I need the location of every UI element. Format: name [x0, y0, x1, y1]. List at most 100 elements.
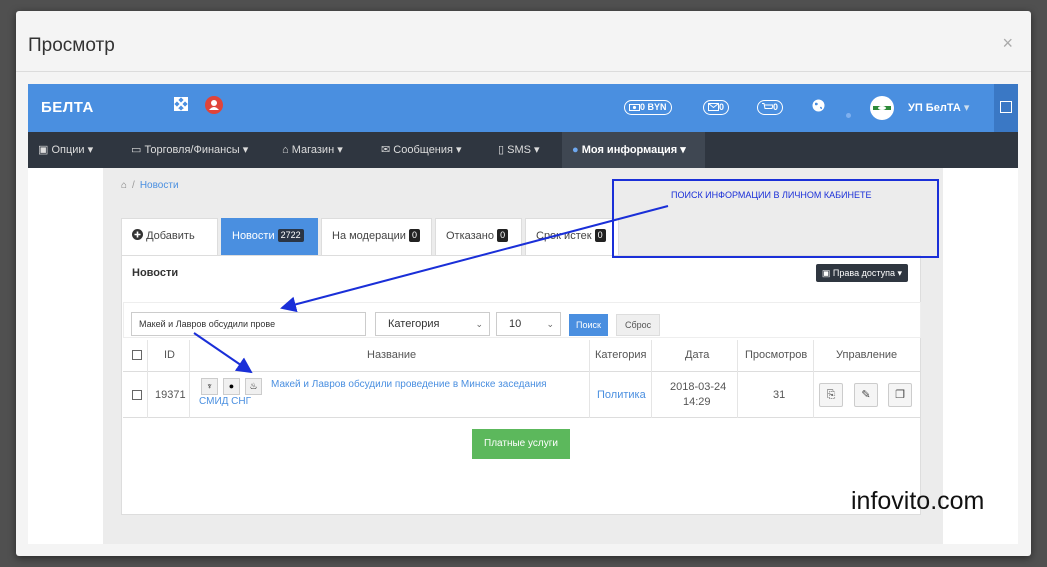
- main-nav: ▣ Опции ▾ ▭ Торговля/Финансы ▾ ⌂ Магазин…: [28, 132, 1018, 168]
- cart-badge[interactable]: 0: [757, 100, 784, 115]
- breadcrumb: ⌂ / Новости: [121, 180, 179, 191]
- table-header: ID Название Категория Дата Просмотров Уп…: [123, 340, 921, 372]
- search-button[interactable]: Поиск: [569, 314, 608, 336]
- nav-label: SMS: [507, 144, 531, 156]
- rejected-count-badge: 0: [497, 229, 509, 242]
- chevron-down-icon: ⌄: [546, 319, 554, 329]
- header-category[interactable]: Категория: [595, 349, 646, 361]
- chevron-down-icon: ▾: [242, 144, 249, 156]
- nav-shop[interactable]: ⌂ Магазин ▾: [272, 132, 353, 168]
- chevron-down-icon: ▾: [897, 268, 902, 278]
- nav-options[interactable]: ▣ Опции ▾: [28, 132, 103, 168]
- user-name: УП БелТА: [908, 102, 961, 114]
- header-views[interactable]: Просмотров: [745, 349, 807, 361]
- messages-badge[interactable]: 0: [703, 100, 730, 115]
- home-icon[interactable]: ⌂: [121, 180, 127, 191]
- messages-count: 0: [719, 102, 725, 112]
- category-select-value: Категория: [388, 318, 440, 330]
- top-bar: БЕЛТА 0 BYN 0 0 УП БелТА ▾: [28, 84, 1018, 132]
- nav-label: Моя информация: [581, 144, 678, 156]
- category-select[interactable]: Категория ⌄: [375, 312, 490, 336]
- col-divider: [737, 340, 738, 418]
- nav-sms[interactable]: ▯ SMS ▾: [488, 132, 550, 168]
- user-icon: ●: [572, 144, 579, 156]
- moderation-count-badge: 0: [408, 229, 420, 242]
- phone-icon: ▯: [498, 144, 505, 156]
- col-divider: [147, 340, 148, 418]
- filter-bar: Макей и Лавров обсудили прове Категория ⌄…: [123, 302, 921, 338]
- watermark: infovito.com: [851, 487, 985, 515]
- row-time: 14:29: [683, 396, 711, 408]
- id-card-icon: ▣: [821, 268, 831, 278]
- tab-news[interactable]: Новости 2722: [221, 218, 318, 255]
- expand-icon[interactable]: [174, 97, 188, 116]
- balance-badge[interactable]: 0 BYN: [624, 100, 672, 115]
- breadcrumb-current[interactable]: Новости: [140, 180, 179, 191]
- avatar[interactable]: [870, 96, 894, 125]
- cart-count: 0: [773, 102, 779, 112]
- panel-title: Новости: [132, 267, 179, 279]
- breadcrumb-separator: /: [132, 180, 135, 191]
- nav-my-info[interactable]: ● Моя информация ▾: [562, 132, 705, 168]
- tab-moderation[interactable]: На модерации 0: [321, 218, 432, 255]
- view-stats-button[interactable]: ⎘: [819, 383, 843, 407]
- header-actions: Управление: [836, 349, 898, 361]
- close-button[interactable]: ×: [1002, 33, 1013, 54]
- nav-label: Сообщения: [393, 144, 453, 156]
- annotation-text: ПОИСК ИНФОРМАЦИИ В ЛИЧНОМ КАБИНЕТЕ: [671, 190, 872, 200]
- chevron-down-icon: ▾: [337, 144, 343, 156]
- access-rights-button[interactable]: ▣ Права доступа ▾: [815, 264, 908, 282]
- nav-label: Торговля/Финансы: [144, 144, 240, 156]
- collapse-button[interactable]: [994, 84, 1018, 132]
- tab-add[interactable]: Добавить: [121, 218, 218, 255]
- modal-title: Просмотр: [28, 35, 115, 56]
- options-icon: ▣: [38, 144, 49, 156]
- access-rights-label: Права доступа: [832, 268, 895, 278]
- paid-services-button[interactable]: Платные услуги: [472, 429, 570, 459]
- header-title[interactable]: Название: [367, 349, 416, 361]
- trophy-icon[interactable]: ♆: [201, 378, 218, 395]
- edit-button[interactable]: ✎: [854, 383, 878, 407]
- nav-label: Магазин: [291, 144, 335, 156]
- news-title-link[interactable]: Макей и Лавров обсудили проведение в Мин…: [271, 379, 547, 390]
- annotation-box: ПОИСК ИНФОРМАЦИИ В ЛИЧНОМ КАБИНЕТЕ: [612, 179, 939, 258]
- reset-button[interactable]: Сброс: [616, 314, 661, 336]
- status-dot-icon: [846, 105, 851, 123]
- globe-icon[interactable]: [812, 99, 825, 117]
- user-menu[interactable]: УП БелТА ▾: [908, 101, 969, 114]
- tab-rejected-label: Отказано: [446, 230, 494, 242]
- tab-expired[interactable]: Срок истек 0: [525, 218, 619, 255]
- nav-messages[interactable]: ✉ Сообщения ▾: [371, 132, 472, 168]
- nav-label: Опции: [51, 144, 85, 156]
- screenshot-frame: БЕЛТА 0 BYN 0 0 УП БелТА ▾ ▣ Опции ▾ ▭ Т…: [28, 84, 1018, 544]
- user-alert-icon[interactable]: [205, 96, 223, 119]
- shop-icon: ⌂: [282, 144, 289, 156]
- chevron-down-icon: ▾: [534, 144, 540, 156]
- brand-logo[interactable]: БЕЛТА: [41, 99, 94, 116]
- copy-button[interactable]: ❐: [888, 383, 912, 407]
- row-checkbox[interactable]: [132, 390, 142, 400]
- select-all-checkbox[interactable]: [132, 350, 142, 360]
- col-divider: [189, 340, 190, 418]
- panel-icon: [1000, 101, 1012, 113]
- modal-header: Просмотр: [16, 11, 1031, 72]
- envelope-icon: ✉: [381, 144, 391, 156]
- header-id[interactable]: ID: [164, 349, 175, 361]
- chevron-down-icon: ▾: [963, 102, 970, 114]
- chevron-down-icon: ▾: [456, 144, 462, 156]
- header-date[interactable]: Дата: [685, 349, 709, 361]
- nav-trade-finance[interactable]: ▭ Торговля/Финансы ▾: [121, 132, 258, 168]
- chevron-down-icon: ▾: [680, 144, 686, 156]
- search-input[interactable]: Макей и Лавров обсудили прове: [131, 312, 366, 336]
- tab-add-label: Добавить: [146, 230, 195, 242]
- page-size-value: 10: [509, 318, 522, 330]
- row-category-link[interactable]: Политика: [597, 389, 646, 401]
- tab-moderation-label: На модерации: [332, 230, 406, 242]
- page-size-select[interactable]: 10 ⌄: [496, 312, 561, 336]
- news-count-badge: 2722: [277, 229, 304, 242]
- tab-expired-label: Срок истек: [536, 230, 592, 242]
- tab-rejected[interactable]: Отказано 0: [435, 218, 522, 255]
- fire-icon[interactable]: ♨: [245, 378, 262, 395]
- news-title-link-cont[interactable]: СМИД СНГ: [199, 396, 251, 407]
- arrow-up-icon[interactable]: ●: [223, 378, 240, 395]
